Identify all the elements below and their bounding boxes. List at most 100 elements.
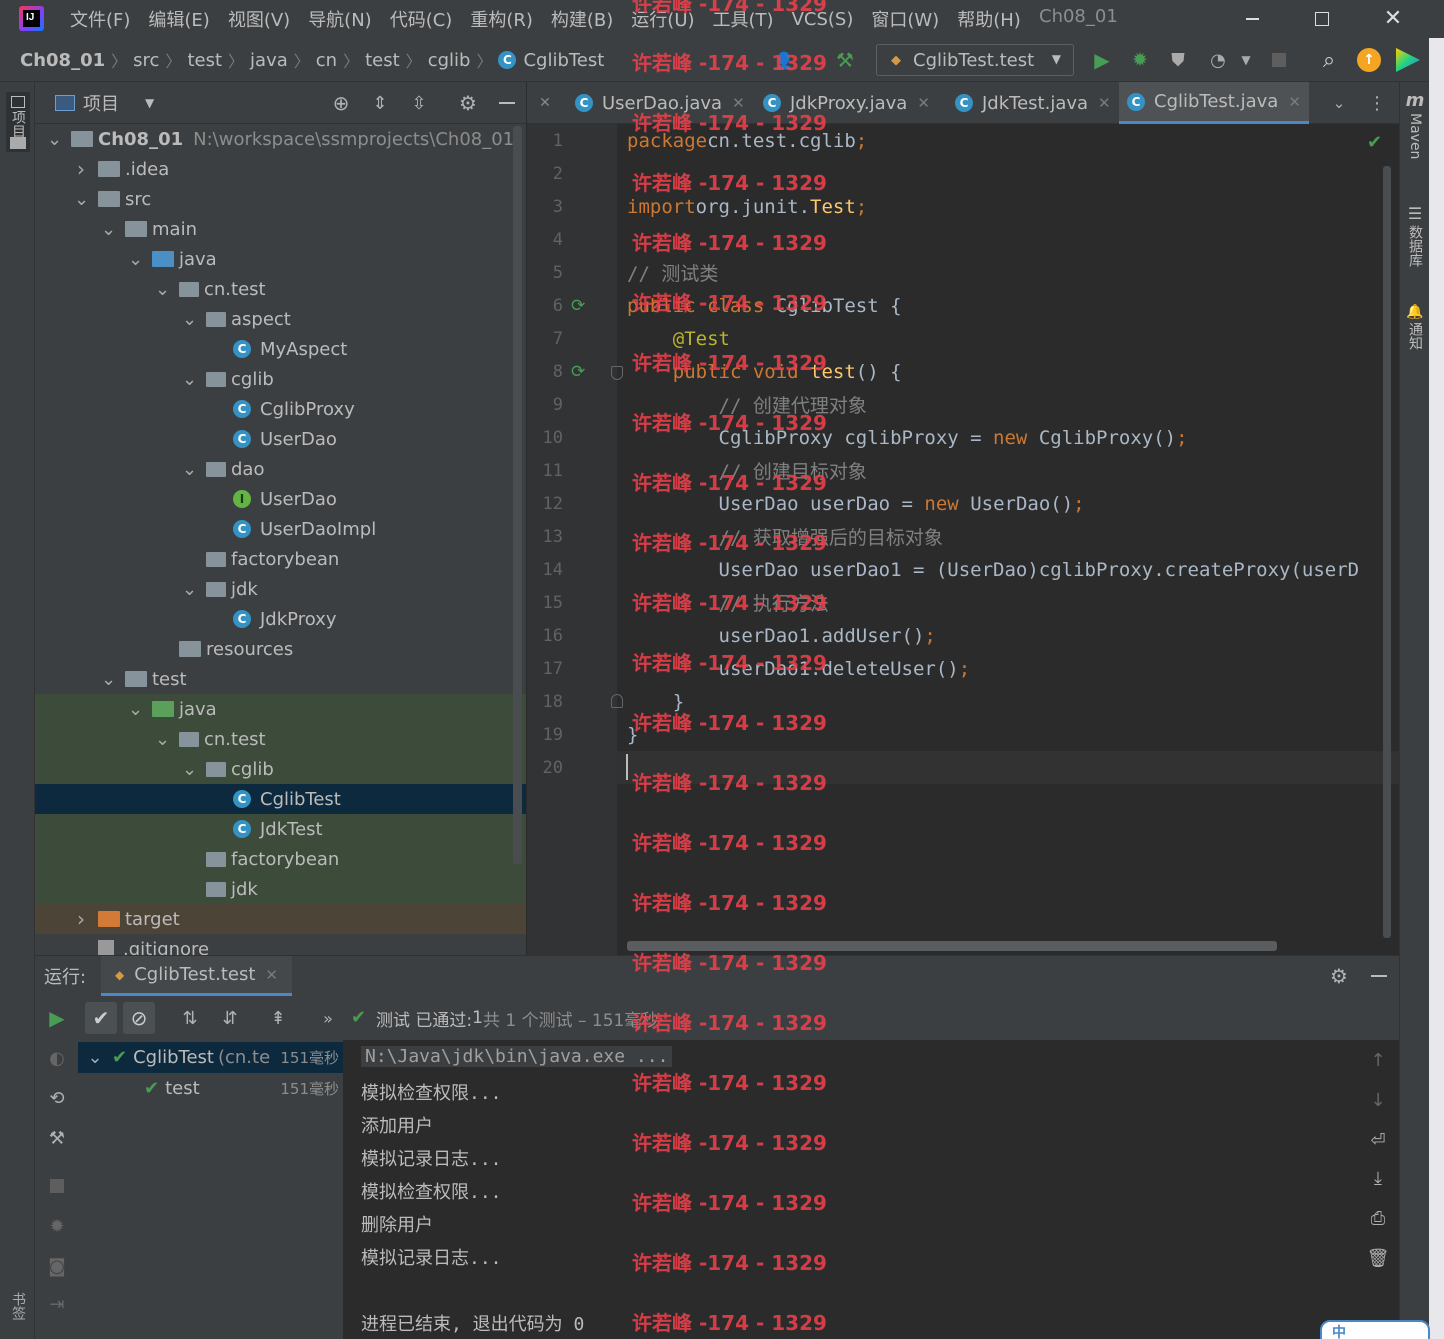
run-config-select[interactable]: ◆ CglibTest.test ▼: [876, 44, 1074, 76]
breadcrumb-item[interactable]: CglibTest: [523, 50, 604, 71]
tree-item[interactable]: C UserDaoImpl: [35, 514, 526, 544]
tree-item[interactable]: ⌄ src: [35, 184, 526, 214]
tree-item[interactable]: ⌄ Ch08_01 N:\workspace\ssmprojects\Ch08_01: [35, 124, 526, 154]
tree-scrollbar[interactable]: [513, 126, 522, 864]
maven-tool-button[interactable]: m Maven: [1400, 90, 1430, 180]
chevron-down-icon[interactable]: ⌄: [182, 579, 197, 600]
horizontal-scrollbar[interactable]: [627, 941, 1277, 951]
menu-item[interactable]: 工具(T): [713, 6, 774, 32]
tree-item[interactable]: I UserDao: [35, 484, 526, 514]
tree-item[interactable]: .gitignore: [35, 934, 526, 955]
menu-item[interactable]: 运行(U): [631, 6, 694, 32]
run-gutter-icon[interactable]: ⟳: [571, 362, 585, 382]
tree-item[interactable]: ⌄ aspect: [35, 304, 526, 334]
menu-item[interactable]: 窗口(W): [871, 6, 939, 32]
chevron-down-icon[interactable]: ⌄: [74, 189, 89, 210]
notifications-tool-button[interactable]: 🔔 通知: [1400, 304, 1430, 374]
stop-icon[interactable]: [1268, 50, 1290, 70]
tree-item[interactable]: ⌄ test: [35, 664, 526, 694]
breadcrumb-item[interactable]: test: [187, 50, 222, 71]
chevron-down-icon[interactable]: ⌄: [78, 1047, 112, 1068]
breadcrumb-item[interactable]: Ch08_01: [20, 50, 105, 71]
debug-icon[interactable]: ✹: [1128, 48, 1152, 72]
chevron-down-icon[interactable]: ⌄: [155, 729, 170, 750]
chevron-down-icon[interactable]: ⌄: [182, 459, 197, 480]
breadcrumb-item[interactable]: test: [365, 50, 400, 71]
tree-item[interactable]: C MyAspect: [35, 334, 526, 364]
scroll-to-end-icon[interactable]: ⤓: [1366, 1166, 1390, 1190]
chevron-down-icon[interactable]: ⌄: [155, 279, 170, 300]
tree-item[interactable]: ⌄ jdk: [35, 574, 526, 604]
trash-icon[interactable]: 🗑: [1366, 1246, 1390, 1270]
plugin-logo-icon[interactable]: [1396, 48, 1420, 72]
minimize-button[interactable]: [1240, 8, 1264, 30]
debug-disabled-icon[interactable]: ✹: [45, 1214, 69, 1238]
menu-item[interactable]: 代码(C): [390, 6, 453, 32]
expand-all-icon[interactable]: ⇕: [368, 91, 392, 115]
run-gutter-icon[interactable]: ⟳: [571, 296, 585, 316]
tabs-dropdown-icon[interactable]: ⌄: [1327, 92, 1351, 114]
tree-item[interactable]: factorybean: [35, 844, 526, 874]
tree-item[interactable]: ⌄ cglib: [35, 364, 526, 394]
collapse-all-icon[interactable]: ⇳: [407, 91, 431, 115]
profiler-dropdown-icon[interactable]: ▼: [1238, 52, 1254, 68]
down-arrow-icon[interactable]: ↓: [1366, 1088, 1390, 1112]
expand-icon[interactable]: ⇞: [265, 1006, 291, 1030]
close-tabs-icon[interactable]: ✕: [535, 92, 555, 114]
chevron-down-icon[interactable]: ⌄: [182, 309, 197, 330]
chevron-down-icon[interactable]: ⌄: [101, 669, 116, 690]
camera-icon[interactable]: ◙: [45, 1254, 69, 1278]
build-hammer-icon[interactable]: ⚒: [832, 48, 858, 72]
no-problems-check-icon[interactable]: ✔: [1367, 132, 1382, 153]
print-icon[interactable]: ⎙: [1366, 1206, 1390, 1230]
settings-gear-icon[interactable]: ⚙: [456, 91, 480, 115]
run-icon[interactable]: ▶: [1090, 48, 1114, 72]
up-arrow-icon[interactable]: ↑: [1366, 1048, 1390, 1072]
tree-item[interactable]: C JdkProxy: [35, 604, 526, 634]
tree-item[interactable]: C CglibProxy: [35, 394, 526, 424]
breadcrumb-item[interactable]: cn: [316, 50, 337, 71]
search-icon[interactable]: ⌕: [1316, 48, 1342, 73]
tree-item[interactable]: ⌄ java: [35, 694, 526, 724]
exit-icon[interactable]: ⇥: [45, 1292, 69, 1316]
chevron-down-icon[interactable]: ⌄: [128, 249, 143, 270]
show-ignored-icon[interactable]: ⊘: [123, 1002, 155, 1034]
tree-item[interactable]: C JdkTest: [35, 814, 526, 844]
settings-gear-icon[interactable]: ⚙: [1327, 964, 1351, 988]
profiler-icon[interactable]: ◔: [1206, 48, 1230, 72]
more-actions-icon[interactable]: »: [317, 1006, 339, 1030]
tree-item[interactable]: C UserDao: [35, 424, 526, 454]
close-window-button[interactable]: ✕: [1381, 6, 1405, 31]
project-panel-title[interactable]: 项目: [83, 90, 119, 116]
close-tab-icon[interactable]: ✕: [732, 94, 745, 112]
code-area[interactable]: 1 packagecn.test.cglib; 2 3 importorg.junit.…: [527, 124, 1399, 955]
editor-tab[interactable]: C JdkProxy.java ✕: [755, 82, 938, 124]
menu-item[interactable]: 导航(N): [308, 6, 372, 32]
test-history-icon[interactable]: ◐: [45, 1046, 69, 1070]
tree-item[interactable]: › .idea: [35, 154, 526, 184]
console-output[interactable]: N:\Java\jdk\bin\java.exe ... 模拟检查权限... 添加用…: [343, 1040, 1358, 1339]
editor-tab[interactable]: C UserDao.java ✕: [567, 82, 753, 124]
menu-item[interactable]: 构建(B): [551, 6, 613, 32]
tree-item[interactable]: ⌄ cn.test: [35, 274, 526, 304]
menu-item[interactable]: 帮助(H): [957, 6, 1021, 32]
stop-icon[interactable]: [45, 1174, 69, 1198]
wrench-icon[interactable]: ⚒: [45, 1126, 69, 1150]
more-options-icon[interactable]: ⋮: [1367, 92, 1387, 114]
close-tab-icon[interactable]: ✕: [1098, 94, 1111, 112]
chevron-right-icon[interactable]: ›: [74, 157, 88, 181]
menu-item[interactable]: 文件(F): [70, 6, 130, 32]
tree-item[interactable]: ⌄ main: [35, 214, 526, 244]
run-config-tab[interactable]: ◆ CglibTest.test ✕: [101, 956, 292, 996]
breadcrumb-item[interactable]: java: [250, 50, 288, 71]
tree-item[interactable]: jdk: [35, 874, 526, 904]
chevron-down-icon[interactable]: ⌄: [47, 129, 62, 150]
menu-item[interactable]: VCS(S): [792, 9, 854, 30]
chevron-down-icon[interactable]: ⌄: [101, 219, 116, 240]
vertical-scrollbar[interactable]: [1383, 166, 1391, 938]
show-passed-icon[interactable]: ✔: [85, 1002, 117, 1034]
locate-icon[interactable]: ⊕: [329, 91, 353, 115]
sort-alpha-icon[interactable]: ⇅: [177, 1006, 203, 1030]
view-dropdown-icon[interactable]: ▼: [145, 96, 154, 110]
test-result-row[interactable]: ✔ test 151毫秒: [78, 1073, 343, 1104]
